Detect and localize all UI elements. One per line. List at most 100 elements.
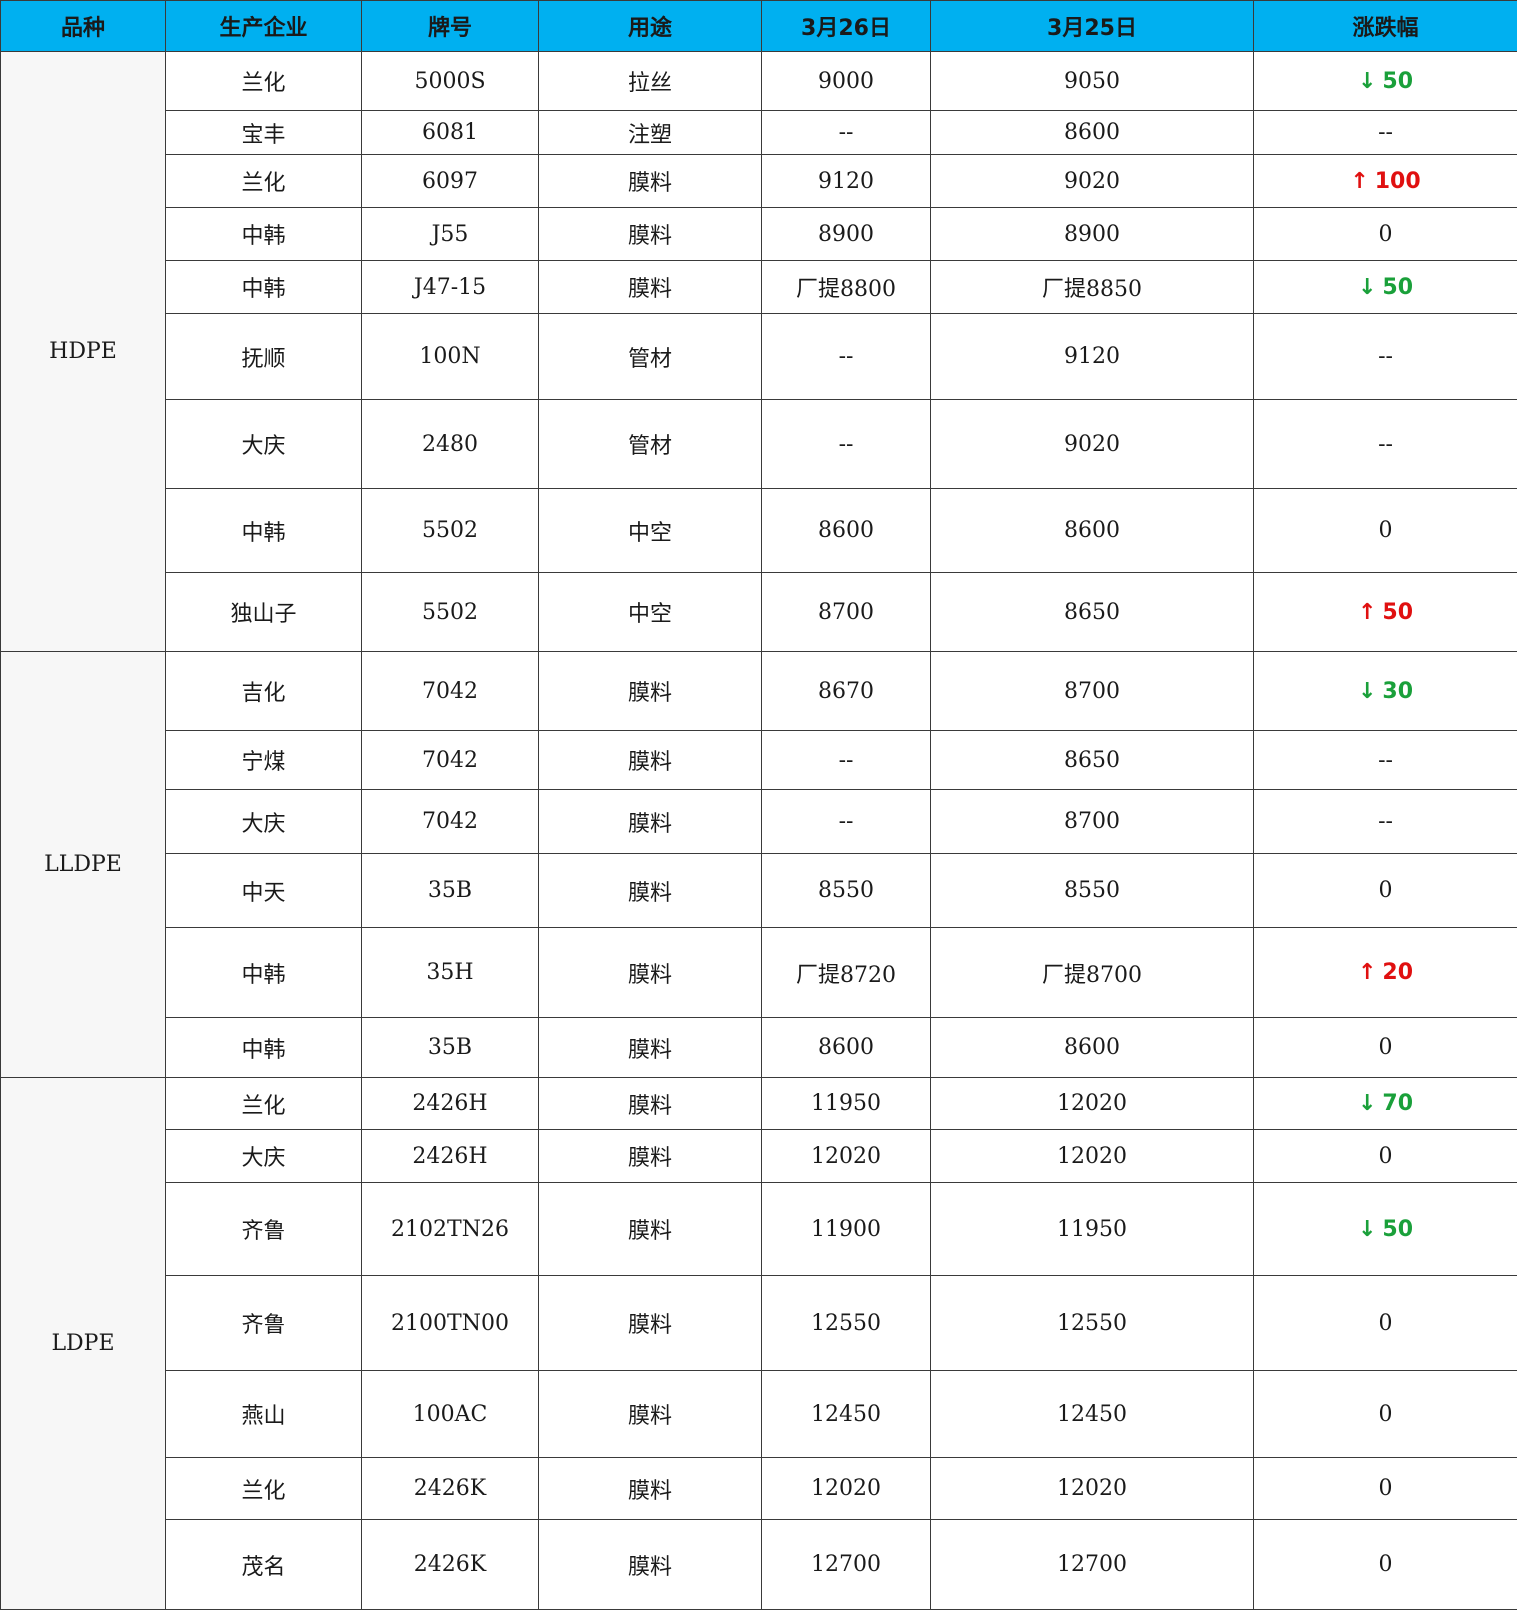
company-cell: 大庆 (166, 790, 362, 854)
change-cell: ↓70 (1254, 1078, 1517, 1130)
table-row: 中韩35B膜料860086000 (1, 1018, 1517, 1078)
mar26-price-cell: -- (762, 400, 931, 489)
use-cell: 膜料 (539, 155, 762, 208)
mar26-price-cell: 12550 (762, 1276, 931, 1371)
mar26-price-cell: 8670 (762, 652, 931, 731)
mar26-price-cell: 12020 (762, 1130, 931, 1183)
change-value: -- (1378, 809, 1393, 834)
mar25-price-cell: 8600 (931, 1018, 1254, 1078)
use-cell: 膜料 (539, 1276, 762, 1371)
mar25-price-cell: 厂提8850 (931, 261, 1254, 314)
mar25-price-cell: 8600 (931, 489, 1254, 573)
use-cell: 拉丝 (539, 52, 762, 111)
change-indicator: ↓70 (1358, 1091, 1413, 1116)
grade-cell: 6081 (362, 111, 539, 155)
change-indicator: -- (1378, 809, 1393, 834)
company-cell: 燕山 (166, 1371, 362, 1458)
mar26-price-cell: 12700 (762, 1520, 931, 1610)
company-cell: 中天 (166, 854, 362, 928)
use-cell: 膜料 (539, 1458, 762, 1520)
grade-cell: 2426K (362, 1520, 539, 1610)
mar26-price-cell: 8700 (762, 573, 931, 652)
change-indicator: 0 (1379, 1476, 1393, 1501)
table-row: 宝丰6081注塑--8600-- (1, 111, 1517, 155)
mar26-price-cell: 9000 (762, 52, 931, 111)
grade-cell: 2480 (362, 400, 539, 489)
mar26-price-cell: 11950 (762, 1078, 931, 1130)
mar25-price-cell: 12020 (931, 1130, 1254, 1183)
change-value: 0 (1379, 1476, 1393, 1501)
mar25-price-cell: 9020 (931, 400, 1254, 489)
change-indicator: 0 (1379, 1552, 1393, 1577)
mar25-price-cell: 8650 (931, 731, 1254, 790)
use-cell: 膜料 (539, 1183, 762, 1276)
change-value: 30 (1382, 679, 1413, 704)
change-value: 0 (1379, 878, 1393, 903)
grade-cell: 7042 (362, 731, 539, 790)
change-value: 50 (1382, 275, 1413, 300)
change-indicator: -- (1378, 344, 1393, 369)
use-cell: 膜料 (539, 854, 762, 928)
change-cell: 0 (1254, 1130, 1517, 1183)
use-cell: 膜料 (539, 1018, 762, 1078)
use-cell: 膜料 (539, 208, 762, 261)
use-cell: 注塑 (539, 111, 762, 155)
change-cell: ↓50 (1254, 1183, 1517, 1276)
header-use: 用途 (539, 1, 762, 52)
change-indicator: ↓30 (1358, 679, 1413, 704)
change-cell: ↑20 (1254, 928, 1517, 1018)
change-indicator: -- (1378, 432, 1393, 457)
use-cell: 膜料 (539, 1078, 762, 1130)
change-value: 0 (1379, 1035, 1393, 1060)
table-row: 大庆7042膜料--8700-- (1, 790, 1517, 854)
company-cell: 宁煤 (166, 731, 362, 790)
table-body: HDPE兰化5000S拉丝90009050↓50宝丰6081注塑--8600--… (1, 52, 1517, 1610)
company-cell: 中韩 (166, 1018, 362, 1078)
arrow-down-icon: ↓ (1358, 1091, 1376, 1116)
change-indicator: 0 (1379, 1311, 1393, 1336)
change-cell: ↑50 (1254, 573, 1517, 652)
company-cell: 抚顺 (166, 314, 362, 400)
change-cell: 0 (1254, 1018, 1517, 1078)
table-row: 中韩J55膜料890089000 (1, 208, 1517, 261)
mar25-price-cell: 9120 (931, 314, 1254, 400)
change-cell: -- (1254, 111, 1517, 155)
mar26-price-cell: 8600 (762, 1018, 931, 1078)
grade-cell: 7042 (362, 790, 539, 854)
arrow-up-icon: ↑ (1358, 600, 1376, 625)
grade-cell: 100AC (362, 1371, 539, 1458)
company-cell: 中韩 (166, 261, 362, 314)
change-indicator: 0 (1379, 1035, 1393, 1060)
variety-cell: LDPE (1, 1078, 166, 1610)
mar25-price-cell: 9020 (931, 155, 1254, 208)
use-cell: 中空 (539, 573, 762, 652)
grade-cell: 35H (362, 928, 539, 1018)
mar26-price-cell: -- (762, 314, 931, 400)
change-value: 50 (1382, 600, 1413, 625)
mar25-price-cell: 12020 (931, 1078, 1254, 1130)
mar26-price-cell: 厂提8720 (762, 928, 931, 1018)
company-cell: 吉化 (166, 652, 362, 731)
mar26-price-cell: 12450 (762, 1371, 931, 1458)
header-mar25: 3月25日 (931, 1, 1254, 52)
table-row: 宁煤7042膜料--8650-- (1, 731, 1517, 790)
change-cell: -- (1254, 400, 1517, 489)
change-cell: 0 (1254, 208, 1517, 261)
table-row: HDPE兰化5000S拉丝90009050↓50 (1, 52, 1517, 111)
grade-cell: 7042 (362, 652, 539, 731)
mar25-price-cell: 12450 (931, 1371, 1254, 1458)
mar25-price-cell: 8600 (931, 111, 1254, 155)
company-cell: 兰化 (166, 1078, 362, 1130)
grade-cell: 5502 (362, 573, 539, 652)
arrow-down-icon: ↓ (1358, 1217, 1376, 1242)
company-cell: 兰化 (166, 52, 362, 111)
change-value: -- (1378, 120, 1393, 145)
header-change: 涨跌幅 (1254, 1, 1517, 52)
change-indicator: 0 (1379, 1144, 1393, 1169)
use-cell: 膜料 (539, 790, 762, 854)
change-cell: -- (1254, 314, 1517, 400)
use-cell: 膜料 (539, 1520, 762, 1610)
mar26-price-cell: 8550 (762, 854, 931, 928)
change-cell: ↑100 (1254, 155, 1517, 208)
mar25-price-cell: 8700 (931, 790, 1254, 854)
